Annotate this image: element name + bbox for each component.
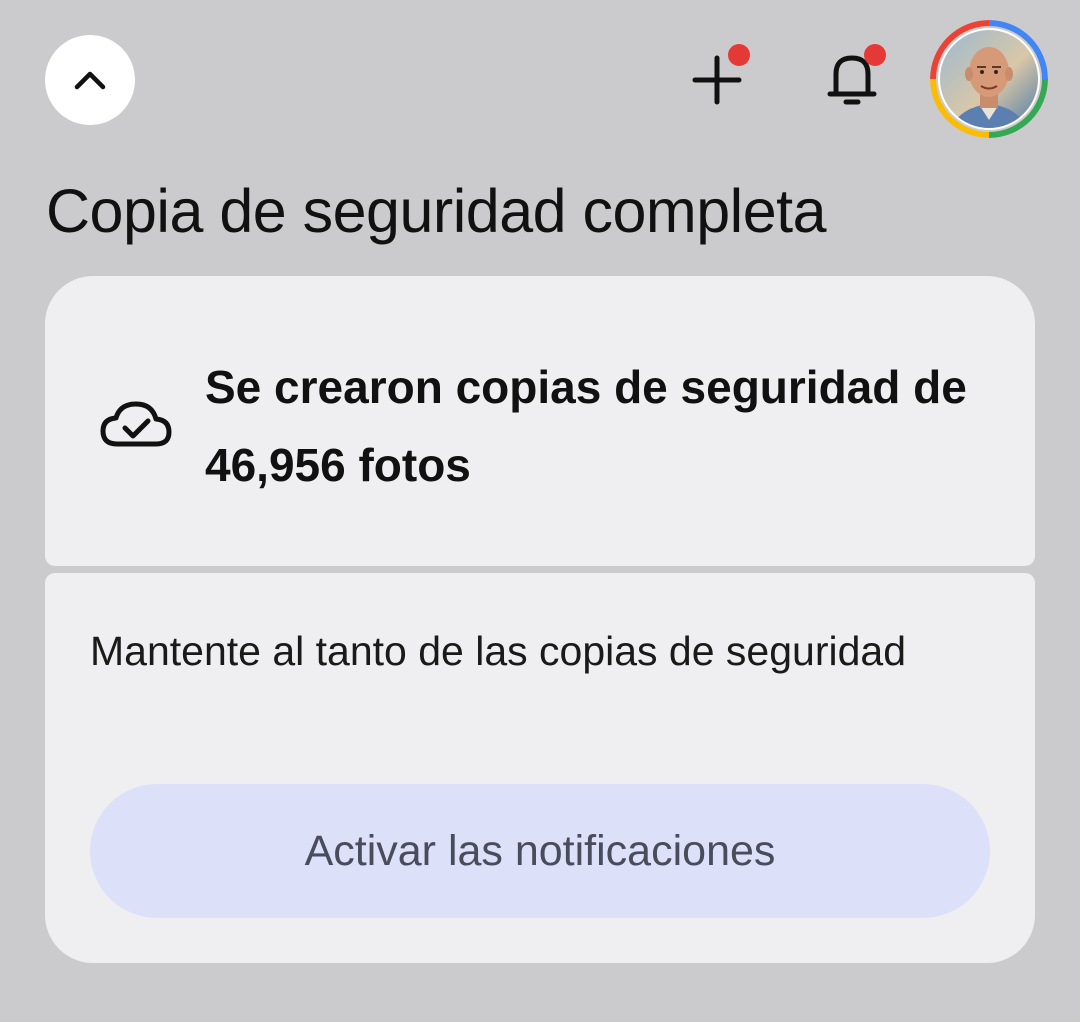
add-button[interactable] [688, 44, 750, 108]
bell-notification-dot [864, 44, 886, 66]
account-avatar[interactable] [930, 20, 1048, 138]
backup-status-message: Se crearon copias de seguridad de 46,956… [205, 361, 967, 491]
add-notification-dot [728, 44, 750, 66]
notifications-prompt-text: Mantente al tanto de las copias de segur… [90, 628, 906, 674]
chevron-up-icon [74, 71, 106, 90]
cloud-done-icon [100, 401, 172, 447]
notifications-button[interactable] [820, 44, 888, 112]
page-title: Copia de seguridad completa [46, 177, 827, 245]
collapse-button[interactable] [45, 35, 135, 125]
enable-notifications-button[interactable]: Activar las notificaciones [90, 784, 990, 918]
